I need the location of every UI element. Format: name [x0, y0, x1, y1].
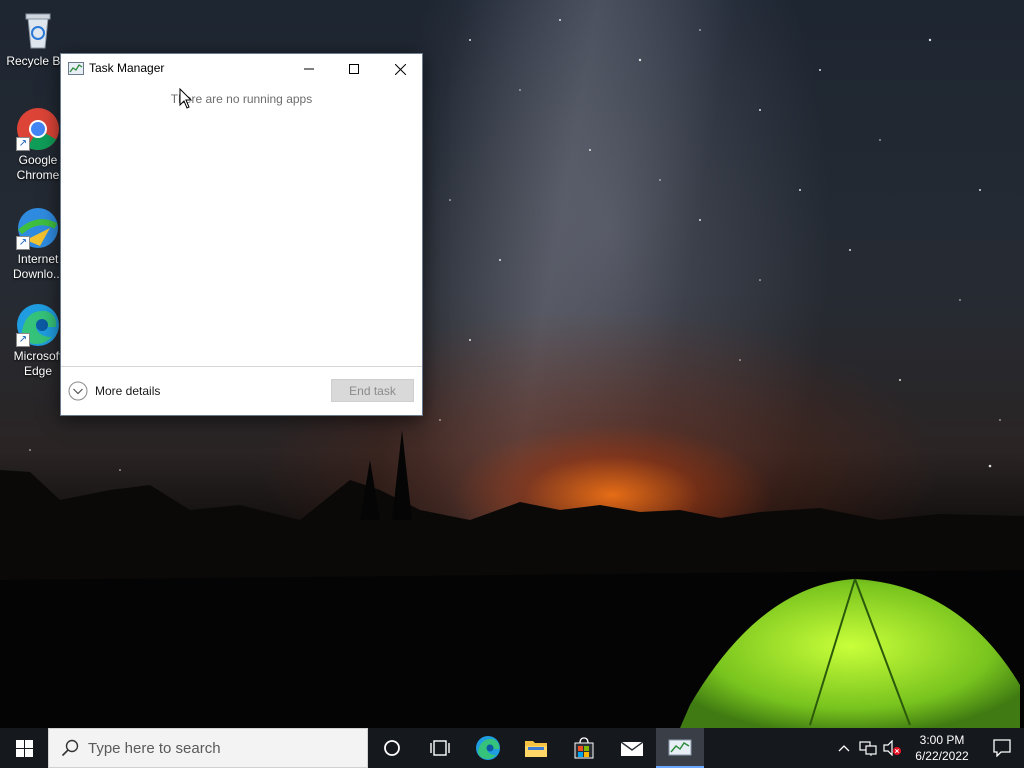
taskbar-task-view-button[interactable] [416, 728, 464, 768]
clock-time: 3:00 PM [919, 733, 965, 747]
more-details-toggle[interactable]: More details [68, 381, 160, 401]
volume-muted-icon [883, 740, 901, 756]
maximize-button[interactable] [331, 54, 377, 84]
clock[interactable]: 3:00 PM 6/22/2022 [904, 732, 980, 764]
shortcut-arrow-icon: ↗ [16, 236, 30, 250]
search-placeholder: Type here to search [88, 739, 221, 757]
taskbar-task-manager-button[interactable] [656, 728, 704, 768]
close-icon [394, 63, 406, 75]
recycle-bin-icon [16, 8, 60, 52]
store-icon [574, 737, 594, 759]
edge-icon [476, 736, 500, 760]
task-view-icon [430, 740, 450, 756]
edge-icon: ↗ [16, 303, 60, 347]
taskbar-microsoft-store-button[interactable] [560, 728, 608, 768]
taskbar-search-box[interactable]: Type here to search [48, 728, 368, 768]
taskbar: Type here to search 3:00 PM 6/22/2022 [0, 728, 1024, 768]
mouse-cursor-icon [179, 88, 193, 109]
chrome-icon: ↗ [16, 107, 60, 151]
internet-download-manager-icon: ↗ [16, 206, 60, 250]
system-tray: 3:00 PM 6/22/2022 [832, 728, 1024, 768]
windows-logo-icon [15, 739, 33, 757]
empty-app-list-message: There are no running apps [170, 92, 313, 106]
network-icon [859, 741, 877, 756]
shortcut-arrow-icon: ↗ [16, 137, 30, 151]
taskbar-mail-button[interactable] [608, 728, 656, 768]
maximize-icon [349, 64, 359, 74]
task-manager-window: Task Manager There are no running apps M… [60, 53, 423, 416]
taskbar-cortana-button[interactable] [368, 728, 416, 768]
search-icon [61, 739, 79, 757]
title-bar[interactable]: Task Manager [61, 54, 422, 84]
start-button[interactable] [0, 728, 48, 768]
taskbar-file-explorer-button[interactable] [512, 728, 560, 768]
shortcut-arrow-icon: ↗ [16, 333, 30, 347]
notification-icon [993, 739, 1011, 757]
mail-icon [620, 741, 644, 756]
clock-date: 6/22/2022 [915, 749, 969, 763]
desktop-icon-label: Google Chrome [16, 153, 60, 182]
chevron-up-icon [838, 745, 850, 752]
cortana-icon [384, 740, 400, 756]
glowing-tent [680, 578, 1020, 728]
folder-icon [525, 741, 547, 757]
more-details-label: More details [95, 384, 161, 398]
network-button[interactable] [856, 728, 880, 768]
close-button[interactable] [377, 54, 423, 84]
desktop-icon-label: Internet Downlo... [12, 252, 64, 281]
window-title: Task Manager [89, 61, 165, 75]
show-hidden-icons-button[interactable] [832, 728, 856, 768]
chevron-down-icon [68, 381, 88, 401]
task-manager-icon [668, 739, 692, 756]
minimize-button[interactable] [286, 54, 332, 84]
minimize-icon [304, 68, 314, 70]
end-task-button[interactable]: End task [331, 379, 414, 402]
desktop-icon-label: Microsoft Edge [13, 349, 63, 378]
action-center-button[interactable] [980, 728, 1024, 768]
task-manager-footer: More details End task [61, 366, 422, 415]
task-manager-icon [68, 61, 84, 82]
volume-button[interactable] [880, 728, 904, 768]
taskbar-edge-button[interactable] [464, 728, 512, 768]
